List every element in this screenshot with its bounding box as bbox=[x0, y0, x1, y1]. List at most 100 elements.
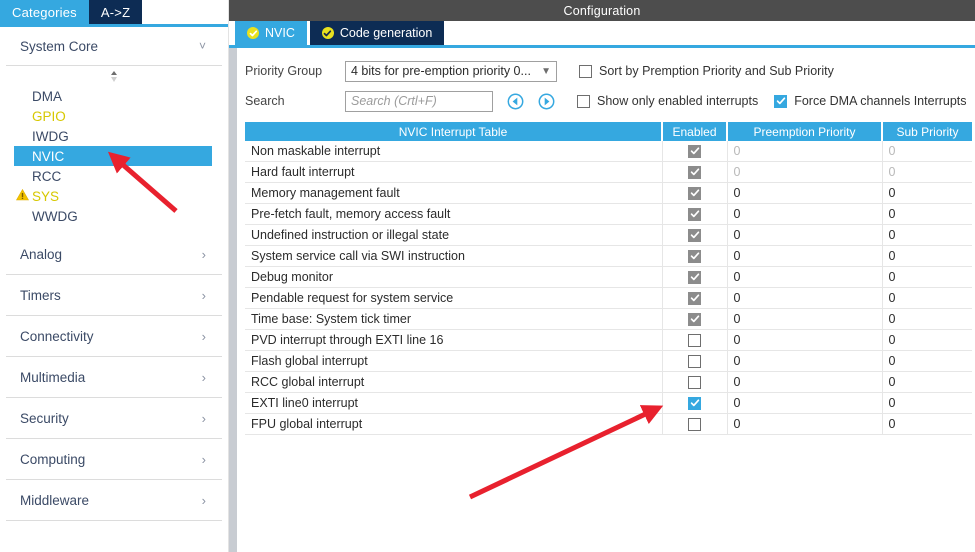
preemption-priority-cell[interactable]: 0 bbox=[727, 350, 883, 372]
sub-priority-cell[interactable]: 0 bbox=[882, 371, 972, 393]
tab-code-generation[interactable]: Code generation bbox=[309, 21, 445, 45]
sidebar-category-security[interactable]: Security › bbox=[6, 398, 222, 439]
sidebar-item-gpio[interactable]: GPIO bbox=[0, 106, 228, 126]
sidebar-category-timers[interactable]: Timers › bbox=[6, 275, 222, 316]
sidebar-item-iwdg[interactable]: IWDG bbox=[0, 126, 228, 146]
interrupt-name-cell: FPU global interrupt bbox=[245, 413, 663, 435]
preemption-priority-cell[interactable]: 0 bbox=[727, 182, 883, 204]
sidebar-item-sys[interactable]: SYS bbox=[0, 186, 228, 206]
sidebar-category-middleware[interactable]: Middleware › bbox=[6, 480, 222, 521]
enabled-checkbox[interactable] bbox=[688, 375, 701, 389]
enabled-cell[interactable] bbox=[662, 392, 728, 414]
sort-by-priority-option[interactable]: Sort by Premption Priority and Sub Prior… bbox=[579, 64, 834, 78]
enabled-cell[interactable] bbox=[662, 329, 728, 351]
search-next-button[interactable] bbox=[538, 93, 555, 110]
sidebar-category-computing[interactable]: Computing › bbox=[6, 439, 222, 480]
table-row[interactable]: Time base: System tick timer 0 0 bbox=[245, 308, 972, 330]
column-header-sub-priority[interactable]: Sub Priority bbox=[882, 122, 972, 141]
sub-priority-cell[interactable]: 0 bbox=[882, 287, 972, 309]
preemption-priority-cell[interactable]: 0 bbox=[727, 308, 883, 330]
peripheral-scroll-spinner[interactable] bbox=[0, 66, 228, 86]
table-row[interactable]: Non maskable interrupt 0 0 bbox=[245, 141, 972, 162]
enabled-cell[interactable] bbox=[662, 287, 728, 309]
preemption-priority-cell[interactable]: 0 bbox=[727, 266, 883, 288]
table-row[interactable]: PVD interrupt through EXTI line 16 0 0 bbox=[245, 329, 972, 351]
preemption-priority-cell[interactable]: 0 bbox=[727, 329, 883, 351]
enabled-cell[interactable] bbox=[662, 141, 728, 162]
search-input[interactable]: Search (Crtl+F) bbox=[345, 90, 493, 112]
table-row[interactable]: EXTI line0 interrupt 0 0 bbox=[245, 392, 972, 414]
table-row[interactable]: Undefined instruction or illegal state 0 0 bbox=[245, 224, 972, 246]
column-header-interrupt-name[interactable]: NVIC Interrupt Table bbox=[245, 122, 663, 141]
sub-priority-cell[interactable]: 0 bbox=[882, 413, 972, 435]
sub-priority-cell[interactable]: 0 bbox=[882, 224, 972, 246]
sidebar-category-multimedia[interactable]: Multimedia › bbox=[6, 357, 222, 398]
sidebar-item-gpio-label: GPIO bbox=[32, 108, 66, 124]
sub-priority-cell[interactable]: 0 bbox=[882, 392, 972, 414]
sub-priority-cell[interactable]: 0 bbox=[882, 308, 972, 330]
sidebar-tabs: Categories A->Z bbox=[0, 0, 228, 24]
preemption-priority-cell[interactable]: 0 bbox=[727, 371, 883, 393]
sub-priority-cell[interactable]: 0 bbox=[882, 350, 972, 372]
sidebar-tab-a-to-z[interactable]: A->Z bbox=[88, 0, 143, 24]
sidebar-tab-a-to-z-label: A->Z bbox=[100, 4, 131, 20]
preemption-priority-cell[interactable]: 0 bbox=[727, 203, 883, 225]
table-row[interactable]: Hard fault interrupt 0 0 bbox=[245, 161, 972, 183]
preemption-priority-cell[interactable]: 0 bbox=[727, 224, 883, 246]
preemption-priority-cell[interactable]: 0 bbox=[727, 392, 883, 414]
enabled-checkbox[interactable] bbox=[688, 333, 701, 347]
search-label: Search bbox=[245, 94, 285, 108]
table-row[interactable]: System service call via SWI instruction 0… bbox=[245, 245, 972, 267]
enabled-cell[interactable] bbox=[662, 224, 728, 246]
priority-group-select[interactable]: 4 bits for pre-emption priority 0... ▼ bbox=[345, 60, 557, 82]
table-row[interactable]: Flash global interrupt 0 0 bbox=[245, 350, 972, 372]
sidebar-tab-categories[interactable]: Categories bbox=[0, 0, 89, 24]
sidebar-category-connectivity[interactable]: Connectivity › bbox=[6, 316, 222, 357]
enabled-cell[interactable] bbox=[662, 182, 728, 204]
table-row[interactable]: Memory management fault 0 0 bbox=[245, 182, 972, 204]
enabled-cell[interactable] bbox=[662, 161, 728, 183]
sidebar-item-nvic[interactable]: NVIC bbox=[14, 146, 212, 166]
sidebar-category-analog[interactable]: Analog › bbox=[6, 234, 222, 275]
table-row[interactable]: Debug monitor 0 0 bbox=[245, 266, 972, 288]
search-prev-button[interactable] bbox=[507, 93, 524, 110]
interrupt-name-cell: Time base: System tick timer bbox=[245, 308, 663, 330]
table-row[interactable]: Pendable request for system service 0 0 bbox=[245, 287, 972, 309]
table-row[interactable]: RCC global interrupt 0 0 bbox=[245, 371, 972, 393]
enabled-cell[interactable] bbox=[662, 371, 728, 393]
enabled-cell[interactable] bbox=[662, 203, 728, 225]
enabled-checkbox bbox=[688, 165, 701, 179]
system-core-header[interactable]: System Core ˅ bbox=[6, 27, 222, 66]
sub-priority-cell[interactable]: 0 bbox=[882, 329, 972, 351]
table-row[interactable]: FPU global interrupt 0 0 bbox=[245, 413, 972, 435]
enabled-checkbox[interactable] bbox=[688, 396, 701, 410]
sub-priority-cell[interactable]: 0 bbox=[882, 182, 972, 204]
enabled-checkbox[interactable] bbox=[688, 417, 701, 431]
table-row[interactable]: Pre-fetch fault, memory access fault 0 0 bbox=[245, 203, 972, 225]
enabled-cell[interactable] bbox=[662, 308, 728, 330]
enabled-cell[interactable] bbox=[662, 413, 728, 435]
preemption-priority-cell[interactable]: 0 bbox=[727, 245, 883, 267]
tab-nvic[interactable]: NVIC bbox=[235, 21, 307, 45]
sub-priority-cell[interactable]: 0 bbox=[882, 203, 972, 225]
enabled-cell[interactable] bbox=[662, 350, 728, 372]
sidebar-item-wwdg[interactable]: WWDG bbox=[0, 206, 228, 226]
enabled-checkbox[interactable] bbox=[688, 354, 701, 368]
enabled-cell[interactable] bbox=[662, 266, 728, 288]
show-only-enabled-option[interactable]: Show only enabled interrupts bbox=[577, 94, 758, 108]
enabled-checkbox bbox=[688, 207, 701, 221]
enabled-checkbox bbox=[688, 270, 701, 284]
preemption-priority-cell[interactable]: 0 bbox=[727, 413, 883, 435]
force-dma-option[interactable]: Force DMA channels Interrupts bbox=[774, 94, 967, 108]
column-header-enabled[interactable]: Enabled bbox=[662, 122, 728, 141]
preemption-priority-cell[interactable]: 0 bbox=[727, 287, 883, 309]
show-only-enabled-checkbox[interactable] bbox=[577, 94, 590, 108]
sidebar-item-rcc[interactable]: RCC bbox=[0, 166, 228, 186]
column-header-preemption-priority[interactable]: Preemption Priority bbox=[727, 122, 883, 141]
enabled-cell[interactable] bbox=[662, 245, 728, 267]
sub-priority-cell[interactable]: 0 bbox=[882, 245, 972, 267]
sort-by-priority-checkbox[interactable] bbox=[579, 64, 592, 78]
sub-priority-cell[interactable]: 0 bbox=[882, 266, 972, 288]
force-dma-checkbox[interactable] bbox=[774, 94, 788, 108]
sidebar-item-dma[interactable]: DMA bbox=[0, 86, 228, 106]
